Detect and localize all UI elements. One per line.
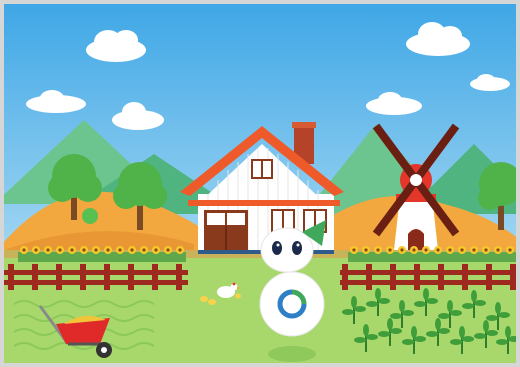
game-window bbox=[0, 0, 520, 367]
scene-canvas bbox=[4, 4, 516, 363]
farm-scene bbox=[4, 4, 516, 363]
